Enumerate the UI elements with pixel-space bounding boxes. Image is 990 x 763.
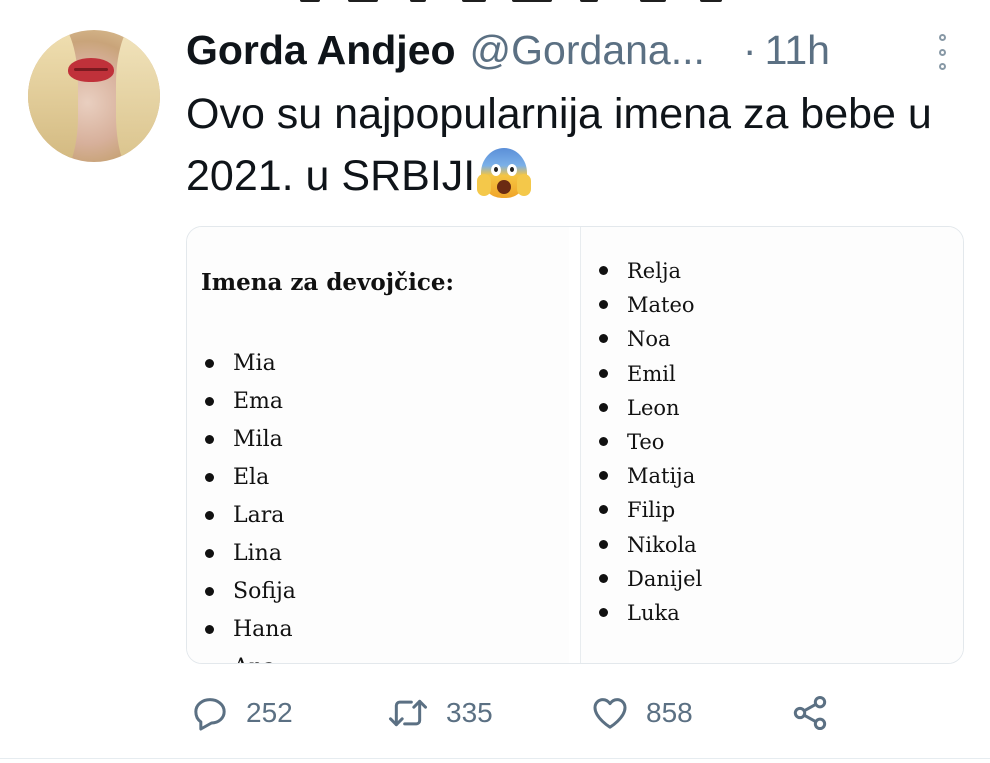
more-options-icon[interactable] <box>936 34 948 70</box>
divider <box>0 758 990 759</box>
list-item: Mia <box>201 345 296 383</box>
list-item: Danijel <box>595 562 702 596</box>
list-item: Leon <box>595 391 702 425</box>
list-item: Nikola <box>595 528 702 562</box>
girls-names-list: Mia Ema Mila Ela Lara Lina Sofija Hana A… <box>201 345 296 663</box>
list-item: Relja <box>595 254 702 288</box>
list-item: Lara <box>201 497 296 535</box>
list-item: Ana <box>201 649 296 663</box>
author-name[interactable]: Gorda Andjeo <box>186 27 456 74</box>
list-item: Teo <box>595 425 702 459</box>
list-item: Ela <box>201 459 296 497</box>
reply-button[interactable]: 252 <box>190 688 293 738</box>
like-button[interactable]: 858 <box>590 688 693 738</box>
like-count: 858 <box>646 697 693 728</box>
heart-icon <box>593 698 627 729</box>
list-item: Filip <box>595 493 702 527</box>
list-item: Sofija <box>201 573 296 611</box>
list-item: Ema <box>201 383 296 421</box>
list-item: Matija <box>595 459 702 493</box>
tweet-actions: 252 335 858 <box>186 688 886 738</box>
tweet-text: Ovo su najpopularnija imena za bebe u 20… <box>186 84 946 206</box>
list-item: Noa <box>595 322 702 356</box>
girls-names-heading: Imena za devojčice: <box>201 269 454 296</box>
tweet-body: Ovo su najpopularnija imena za bebe u 20… <box>186 90 932 200</box>
list-item: Mateo <box>595 288 702 322</box>
cropped-previous-content <box>0 0 990 4</box>
avatar[interactable] <box>28 30 160 162</box>
reply-count: 252 <box>246 697 293 728</box>
author-handle[interactable]: @Gordana... <box>470 27 705 74</box>
retweet-icon <box>389 699 427 727</box>
reply-icon <box>194 698 226 731</box>
separator-dot: · <box>742 26 757 73</box>
list-item: Emil <box>595 357 702 391</box>
tweet-media-image[interactable]: Imena za devojčice: Mia Ema Mila Ela Lar… <box>186 226 964 664</box>
boys-names-panel: Relja Mateo Noa Emil Leon Teo Matija Fil… <box>580 227 963 663</box>
retweet-count: 335 <box>446 697 493 728</box>
retweet-button[interactable]: 335 <box>386 688 493 738</box>
girls-names-panel: Imena za devojčice: Mia Ema Mila Ela Lar… <box>187 227 570 663</box>
tweet-time[interactable]: 11h <box>765 27 830 74</box>
list-item: Hana <box>201 611 296 649</box>
tweet-header: Gorda Andjeo @Gordana... · 11h <box>186 22 966 78</box>
list-item: Luka <box>595 596 702 630</box>
share-icon <box>793 696 827 730</box>
boys-names-list: Relja Mateo Noa Emil Leon Teo Matija Fil… <box>595 254 702 630</box>
list-item: Mila <box>201 421 296 459</box>
list-item: Lina <box>201 535 296 573</box>
share-button[interactable] <box>790 688 830 738</box>
face-screaming-in-fear-icon <box>475 144 532 200</box>
